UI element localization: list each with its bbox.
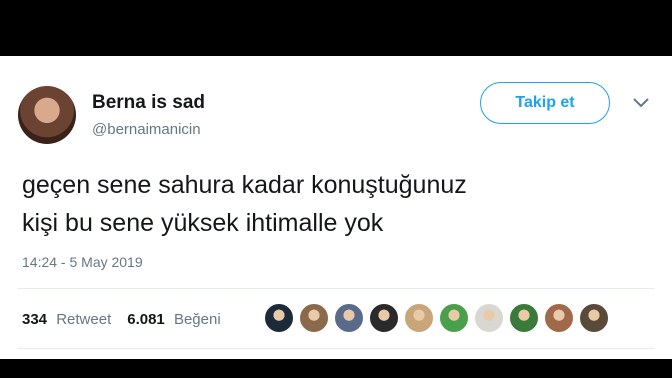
retweet-label: Retweet (56, 311, 112, 328)
liker-avatar[interactable] (334, 303, 364, 333)
tweet-text-line: geçen sene sahura kadar konuştuğunuz (22, 171, 467, 199)
liker-avatar[interactable] (299, 303, 329, 333)
liker-avatar[interactable] (544, 303, 574, 333)
liker-avatars (264, 303, 614, 333)
author-avatar[interactable] (18, 86, 76, 144)
tweet-timestamp[interactable]: 14:24 - 5 May 2019 (22, 254, 143, 270)
liker-avatar[interactable] (579, 303, 609, 333)
author-name[interactable]: Berna is sad (92, 92, 205, 114)
liker-avatar[interactable] (509, 303, 539, 333)
liker-avatar[interactable] (369, 303, 399, 333)
top-black-bar (0, 0, 672, 56)
follow-button[interactable]: Takip et (480, 82, 610, 124)
like-number: 6.081 (127, 311, 165, 328)
chevron-down-icon[interactable] (632, 96, 650, 110)
retweet-count[interactable]: 334 Retweet (22, 311, 111, 328)
author-handle[interactable]: @bernaimanicin (92, 121, 201, 138)
tweet-card: Berna is sad @bernaimanicin Takip et geç… (0, 56, 672, 359)
like-count[interactable]: 6.081 Beğeni (127, 311, 220, 328)
tweet-text-line: kişi bu sene yüksek ihtimalle yok (22, 209, 384, 237)
bottom-black-bar (0, 359, 672, 378)
liker-avatar[interactable] (439, 303, 469, 333)
retweet-number: 334 (22, 311, 48, 328)
divider (18, 288, 654, 289)
tweet-text: geçen sene sahura kadar konuştuğunuz kiş… (22, 166, 662, 242)
divider (18, 348, 654, 349)
tweet-stats: 334 Retweet 6.081 Beğeni (22, 311, 237, 328)
liker-avatar[interactable] (474, 303, 504, 333)
liker-avatar[interactable] (404, 303, 434, 333)
like-label: Beğeni (173, 311, 221, 328)
liker-avatar[interactable] (264, 303, 294, 333)
